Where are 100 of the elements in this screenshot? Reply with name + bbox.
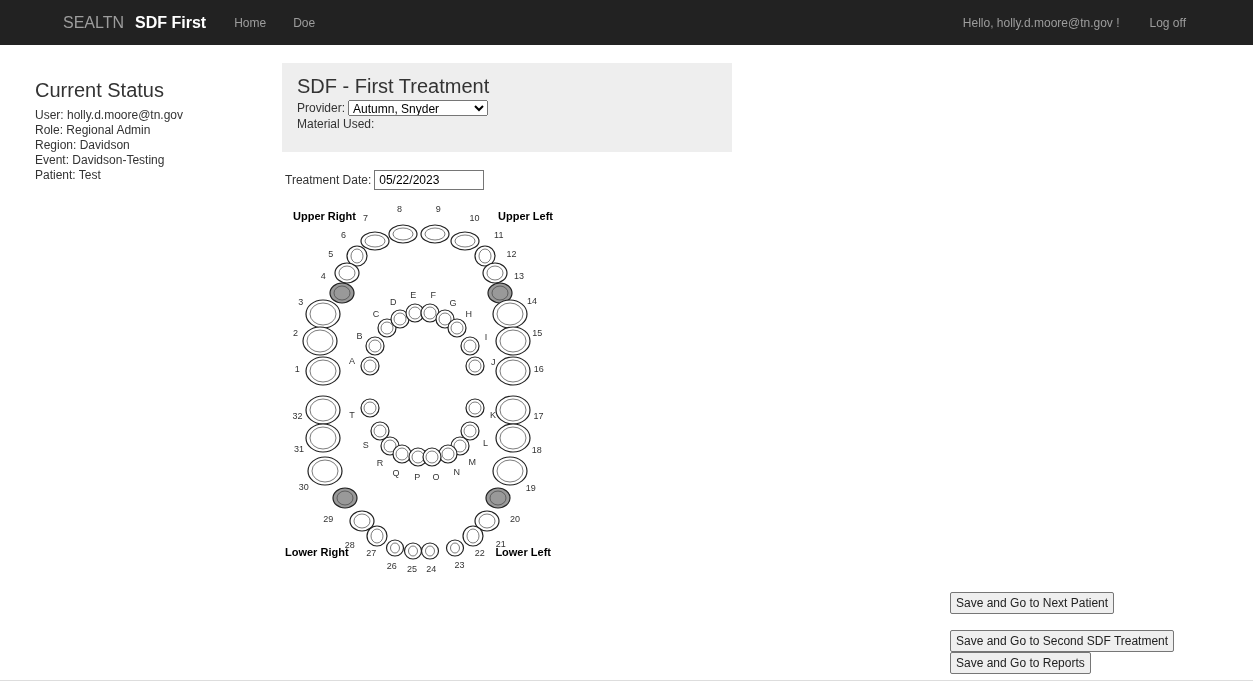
tooth[interactable]	[495, 326, 531, 356]
tooth[interactable]	[420, 224, 450, 244]
tooth[interactable]	[329, 282, 355, 304]
tooth-letter: H	[465, 309, 473, 320]
status-line: Region: Davidson	[35, 138, 131, 153]
tooth-number: 16	[533, 363, 544, 374]
tooth-number: 4	[320, 271, 326, 282]
tooth-number: 31	[294, 444, 305, 455]
tooth-number: 24	[426, 563, 437, 574]
tooth[interactable]	[495, 356, 531, 386]
tooth[interactable]	[305, 299, 341, 329]
tooth-letter: M	[468, 456, 476, 467]
tooth-number: 15	[532, 327, 543, 338]
tooth-number: 8	[396, 204, 402, 215]
tooth-number: 18	[531, 444, 542, 455]
tooth-number: 10	[469, 212, 480, 223]
tooth[interactable]	[495, 395, 531, 425]
tooth[interactable]	[460, 421, 480, 441]
tooth[interactable]	[492, 456, 528, 486]
tooth-letter: C	[372, 308, 380, 319]
tooth[interactable]	[447, 318, 467, 338]
tooth[interactable]	[349, 510, 375, 532]
tooth[interactable]	[492, 299, 528, 329]
date-field[interactable]: 05/22/2023	[374, 170, 485, 190]
tooth-letter: B	[356, 331, 363, 341]
provider-select[interactable]: Autumn, Snyder	[348, 100, 489, 116]
tooth[interactable]	[305, 356, 341, 386]
tooth-letter: G	[449, 297, 457, 308]
tooth-letter: I	[484, 331, 488, 342]
next-patient-button[interactable]: Save and Go to Next Patient	[950, 592, 1115, 614]
tooth-number: 12	[506, 249, 517, 259]
tooth-letter: P	[414, 472, 421, 482]
app-title[interactable]: SDF First	[135, 13, 207, 32]
second-treatment-button[interactable]: Save and Go to Second SDF Treatment	[950, 630, 1175, 652]
tooth[interactable]	[305, 395, 341, 425]
tooth[interactable]	[482, 262, 508, 284]
tooth-number: 9	[435, 204, 441, 215]
tooth-letter: K	[490, 409, 497, 420]
quadrant-label: Upper Left	[498, 210, 553, 222]
greeting-link[interactable]: Hello, holly.d.moore@tn.gov !	[962, 15, 1120, 30]
tooth-letter: R	[376, 458, 384, 469]
tooth-number: 5	[328, 248, 334, 259]
tooth-letter: F	[430, 290, 436, 301]
tooth[interactable]	[420, 542, 440, 560]
tooth-letter: D	[390, 297, 397, 308]
tooth[interactable]	[403, 542, 423, 560]
tooth[interactable]	[474, 245, 496, 267]
tooth[interactable]	[474, 510, 500, 532]
tooth[interactable]	[460, 336, 480, 356]
tooth-number: 7	[363, 212, 369, 223]
tooth[interactable]	[302, 326, 338, 356]
tooth[interactable]	[365, 336, 385, 356]
tooth-letter: J	[491, 356, 496, 367]
tooth[interactable]	[307, 456, 343, 486]
tooth[interactable]	[305, 423, 341, 453]
tooth[interactable]	[450, 231, 480, 251]
status-line: Event: Davidson-Testing	[35, 153, 166, 168]
tooth[interactable]	[465, 356, 485, 376]
tooth-number: 19	[525, 482, 536, 493]
reports-button[interactable]: Save and Go to Reports	[950, 652, 1091, 674]
nav-link[interactable]: Doe	[293, 15, 316, 30]
date-label: Treatment Date:	[285, 173, 372, 187]
form-title: SDF - First Treatment	[297, 75, 491, 98]
tooth-letter: A	[348, 356, 355, 367]
tooth-number: 30	[298, 482, 309, 493]
tooth-letter: Q	[392, 468, 400, 479]
tooth-letter: N	[453, 466, 460, 477]
tooth[interactable]	[495, 423, 531, 453]
nav-link[interactable]: Home	[234, 15, 267, 30]
tooth[interactable]	[485, 487, 511, 509]
provider-label: Provider:	[297, 100, 346, 116]
tooth-number: 22	[474, 547, 485, 558]
tooth-letter: L	[482, 438, 488, 449]
tooth[interactable]	[385, 539, 405, 557]
tooth[interactable]	[334, 262, 360, 284]
tooth[interactable]	[366, 525, 388, 547]
tooth[interactable]	[487, 282, 513, 304]
tooth-number: 11	[494, 229, 504, 240]
tooth[interactable]	[360, 231, 390, 251]
tooth[interactable]	[422, 447, 442, 467]
tooth[interactable]	[388, 224, 418, 244]
tooth-number: 25	[407, 564, 418, 574]
tooth[interactable]	[360, 356, 380, 376]
status-line: User: holly.d.moore@tn.gov	[35, 108, 185, 123]
tooth[interactable]	[462, 525, 484, 547]
tooth-number: 2	[293, 328, 299, 339]
tooth-letter: E	[410, 290, 417, 301]
tooth[interactable]	[370, 421, 390, 441]
status-line: Role: Regional Admin	[35, 123, 152, 138]
tooth[interactable]	[445, 539, 465, 557]
logoff-link[interactable]: Log off	[1149, 15, 1186, 30]
tooth-number: 17	[533, 411, 544, 422]
tooth[interactable]	[465, 398, 485, 418]
tooth-number: 32	[292, 411, 303, 422]
tooth-number: 26	[386, 560, 397, 571]
brand-link[interactable]: SEALTN	[63, 13, 125, 32]
tooth[interactable]	[360, 398, 380, 418]
status-line: Patient: Test	[35, 168, 102, 183]
tooth[interactable]	[332, 487, 358, 509]
tooth[interactable]	[346, 245, 368, 267]
